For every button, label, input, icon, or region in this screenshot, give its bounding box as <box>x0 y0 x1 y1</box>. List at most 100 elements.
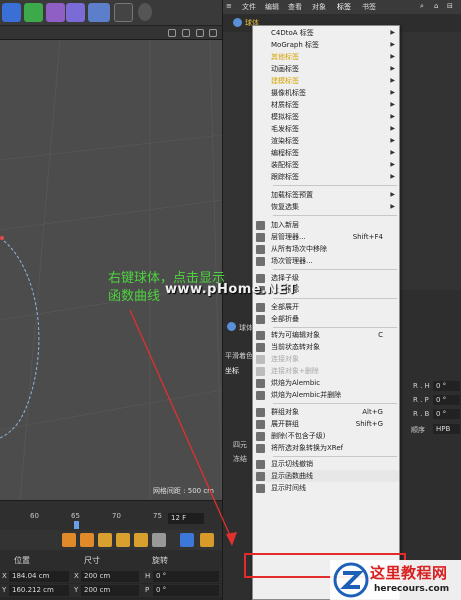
floor-grid-icon[interactable] <box>88 3 110 22</box>
motion-icon[interactable] <box>180 533 194 547</box>
menu-item[interactable]: 装配标签 ▶ <box>253 159 399 171</box>
position-y-field[interactable]: 160.212 cm <box>9 585 69 596</box>
menu-item[interactable]: 全部展开 <box>253 301 399 313</box>
menu-item[interactable]: 跟踪标签 ▶ <box>253 171 399 183</box>
rotation-b-field[interactable]: 0 ° <box>433 409 460 419</box>
menu-item-shortcut: Alt+G <box>362 408 383 416</box>
camera-icon[interactable] <box>114 3 133 22</box>
menu-item[interactable]: 毛发标签 ▶ <box>253 123 399 135</box>
menu-item-label: 群组对象 <box>271 408 299 416</box>
menu-item-icon <box>256 245 265 254</box>
menu-item[interactable]: C4DtoA 标签 ▶ <box>253 27 399 39</box>
cube-primitive-icon[interactable] <box>2 3 21 22</box>
sphere-object-icon <box>233 18 242 27</box>
zoom-view-icon[interactable] <box>182 29 190 37</box>
menu-item[interactable]: 全部折叠 <box>253 313 399 325</box>
menu-item[interactable]: 层管理器... Shift+F4 <box>253 231 399 243</box>
menu-item[interactable]: 加载标签预置 ▶ <box>253 189 399 201</box>
coord-row-x: X 184.04 cm X 200 cm H 0 ° <box>0 570 222 583</box>
record-key-icon[interactable] <box>62 533 76 547</box>
menu-item[interactable]: 群组对象 Alt+G <box>253 406 399 418</box>
menu-item-label: 将所选对象转换为XRef <box>271 444 344 452</box>
menu-item[interactable]: 展开群组 Shift+G <box>253 418 399 430</box>
menu-item-label: 删除(不包含子级) <box>271 432 326 440</box>
rotation-p-field[interactable]: 0 ° <box>433 395 460 405</box>
menu-item[interactable]: 加入新层 <box>253 219 399 231</box>
bend-icon[interactable] <box>66 3 85 22</box>
maximize-view-icon[interactable] <box>209 29 217 37</box>
menu-item-label: 连接对象 <box>271 355 299 363</box>
menu-item[interactable]: 转为可编辑对象 C <box>253 329 399 341</box>
param-key-icon[interactable] <box>134 533 148 547</box>
filter-icon[interactable]: ⊟ <box>447 2 453 10</box>
menu-bookmarks[interactable]: 书签 <box>362 2 376 12</box>
menu-object[interactable]: 对象 <box>312 2 326 12</box>
menu-item[interactable]: 模拟标签 ▶ <box>253 111 399 123</box>
menu-item[interactable]: 烘焙为Alembic并删除 <box>253 389 399 401</box>
point-level-icon[interactable] <box>152 533 166 547</box>
size-x-field[interactable]: 200 cm <box>81 571 139 582</box>
menu-item[interactable]: 渲染标签 ▶ <box>253 135 399 147</box>
menu-item[interactable]: MoGraph 标签 ▶ <box>253 39 399 51</box>
menu-item[interactable]: 显示切线撤销 <box>253 458 399 470</box>
rotation-h-field[interactable]: 0 ° <box>433 381 460 391</box>
order-select[interactable]: HPB <box>433 424 460 434</box>
timeline-playhead[interactable] <box>74 521 79 529</box>
home-icon[interactable]: ⌂ <box>434 2 438 10</box>
menu-item-icon <box>256 303 265 312</box>
submenu-arrow-icon: ▶ <box>390 203 395 210</box>
menu-separator <box>273 269 397 270</box>
position-x-field[interactable]: 184.04 cm <box>9 571 69 582</box>
menu-item[interactable]: 材质标签 ▶ <box>253 99 399 111</box>
menu-item[interactable]: 当前状态转对象 <box>253 341 399 353</box>
rotate-view-icon[interactable] <box>196 29 204 37</box>
submenu-arrow-icon: ▶ <box>390 89 395 96</box>
menu-view[interactable]: 查看 <box>288 2 302 12</box>
current-frame-field[interactable]: 12 F <box>168 513 204 524</box>
menu-item[interactable]: 烘焙为Alembic <box>253 377 399 389</box>
film-strip-icon[interactable] <box>200 533 214 547</box>
attr-tab-smoothing[interactable]: 平滑着色 <box>225 351 253 361</box>
quaternion-section[interactable]: 四元 <box>233 440 247 450</box>
menu-file[interactable]: 文件 <box>242 2 256 12</box>
menu-item[interactable]: 将所选对象转换为XRef <box>253 442 399 454</box>
menu-item-label: 模拟标签 <box>271 113 299 121</box>
menu-item[interactable]: 场次管理器... <box>253 255 399 267</box>
size-y-field[interactable]: 200 cm <box>81 585 139 596</box>
menu-item[interactable]: 显示时间线 <box>253 482 399 494</box>
position-key-icon[interactable] <box>116 533 130 547</box>
menu-item: 连接对象+删除 <box>253 365 399 377</box>
menu-tags[interactable]: 标签 <box>337 2 351 12</box>
autokey-icon[interactable] <box>80 533 94 547</box>
search-icon[interactable]: ⌕ <box>420 2 424 11</box>
object-manager-menubar: ≡ 文件 编辑 查看 对象 标签 书签 ⌕ ⌂ ⊟ <box>223 0 461 14</box>
menu-edit[interactable]: 编辑 <box>265 2 279 12</box>
mograph-cloner-icon[interactable] <box>24 3 43 22</box>
menu-item-label: 摄像机标签 <box>271 89 306 97</box>
coord-row-y: Y 160.212 cm Y 200 cm P 0 ° <box>0 584 222 597</box>
timeline[interactable]: 60 65 70 75 12 F <box>0 500 222 530</box>
rotation-p-field[interactable]: 0 ° <box>153 585 219 596</box>
menu-item[interactable]: 显示函数曲线 <box>253 470 399 482</box>
menu-item-label: 材质标签 <box>271 101 299 109</box>
menu-item[interactable]: 其他标签 ▶ <box>253 51 399 63</box>
light-bulb-icon[interactable] <box>138 3 152 21</box>
hamburger-icon[interactable]: ≡ <box>226 2 232 10</box>
deformer-icon[interactable] <box>46 3 65 22</box>
move-view-icon[interactable] <box>168 29 176 37</box>
menu-item[interactable]: 恢复选集 ▶ <box>253 201 399 213</box>
freeze-section[interactable]: 冻结 <box>233 454 247 464</box>
rotation-h-field[interactable]: 0 ° <box>153 571 219 582</box>
menu-item[interactable]: 建模标签 ▶ <box>253 75 399 87</box>
keyframe-selection-icon[interactable] <box>98 533 112 547</box>
menu-item-icon <box>256 408 265 417</box>
menu-item-icon <box>256 444 265 453</box>
menu-item[interactable]: 从所有场次中移除 <box>253 243 399 255</box>
menu-item[interactable]: 编程标签 ▶ <box>253 147 399 159</box>
menu-item[interactable]: 动画标签 ▶ <box>253 63 399 75</box>
menu-separator <box>273 185 397 186</box>
submenu-arrow-icon: ▶ <box>390 161 395 168</box>
menu-item-label: 展开群组 <box>271 420 299 428</box>
menu-item[interactable]: 删除(不包含子级) <box>253 430 399 442</box>
menu-item[interactable]: 摄像机标签 ▶ <box>253 87 399 99</box>
